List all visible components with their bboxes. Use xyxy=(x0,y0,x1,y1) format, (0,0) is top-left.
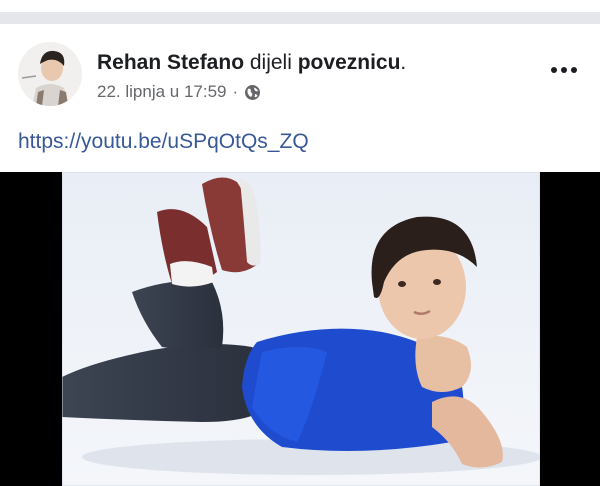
more-dot xyxy=(561,67,567,73)
action-object-link[interactable]: poveznicu xyxy=(298,51,401,74)
more-dot xyxy=(571,67,577,73)
top-spacer xyxy=(0,0,600,12)
more-options-button[interactable] xyxy=(546,56,582,84)
globe-icon[interactable] xyxy=(244,84,261,101)
author-name[interactable]: Rehan Stefano xyxy=(97,51,244,74)
meta-separator: · xyxy=(232,82,239,101)
post-meta: 22. lipnja u 17:59 · xyxy=(97,82,261,102)
video-thumbnail[interactable] xyxy=(62,172,540,486)
feed-divider xyxy=(0,12,600,24)
action-end: . xyxy=(400,51,407,74)
link-preview-media[interactable] xyxy=(0,172,600,486)
avatar[interactable] xyxy=(18,42,82,106)
more-dot xyxy=(551,67,557,73)
post-link[interactable]: https://youtu.be/uSPqOtQs_ZQ xyxy=(18,130,309,154)
post-timestamp[interactable]: 22. lipnja u 17:59 xyxy=(97,82,227,102)
post-author-line: Rehan Stefano dijeli poveznicu. xyxy=(97,51,406,75)
action-text: dijeli xyxy=(244,51,298,74)
